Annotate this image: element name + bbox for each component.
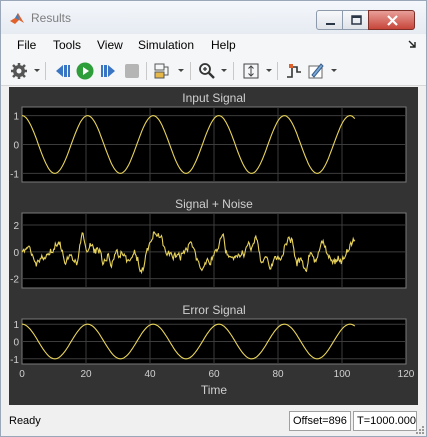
step-back-icon	[56, 65, 70, 77]
autoscale-icon	[243, 63, 259, 79]
close-icon	[387, 15, 398, 26]
style-button[interactable]	[306, 61, 326, 81]
y-tick-label: 1	[13, 112, 19, 123]
y-tick-label: -1	[10, 355, 19, 366]
run-icon	[76, 62, 94, 80]
close-button[interactable]	[368, 10, 415, 30]
menu-view[interactable]: View	[97, 38, 123, 52]
signal-selector-button[interactable]	[153, 61, 173, 81]
y-tick-label: 0	[13, 248, 19, 259]
x-axis-label: Time	[201, 383, 228, 397]
scope-plots-svg: Input Signal10-1Signal + Noise20-2Error …	[10, 91, 415, 397]
x-tick-label: 40	[144, 369, 156, 380]
title-bar[interactable]: Results	[1, 1, 426, 34]
y-tick-label: -2	[10, 275, 19, 286]
settings-gear-icon	[11, 63, 27, 79]
menu-tools[interactable]: Tools	[53, 38, 81, 52]
matlab-logo-icon	[10, 13, 24, 24]
signal-selector-caret[interactable]	[178, 69, 184, 72]
toolbar-separator	[277, 62, 278, 80]
stop-button[interactable]	[122, 61, 142, 81]
triggers-button[interactable]	[284, 61, 304, 81]
scope-plot-area: Input Signal 1 0 -1 Signal + Noise 2 0 -2 Error …	[9, 87, 418, 405]
axes-title: Input Signal	[182, 91, 245, 105]
step-forward-icon	[101, 65, 115, 77]
settings-dropdown-caret[interactable]	[34, 69, 40, 72]
maximize-button[interactable]	[342, 10, 369, 30]
menu-file[interactable]: File	[17, 38, 36, 52]
x-tick-label: 80	[272, 369, 284, 380]
toolbar-separator	[45, 62, 46, 80]
stop-icon	[125, 64, 139, 78]
autoscale-caret[interactable]	[266, 69, 272, 72]
zoom-button[interactable]	[197, 61, 217, 81]
y-tick-label: 2	[13, 221, 19, 232]
minimize-button[interactable]	[316, 10, 343, 30]
triggers-icon	[287, 64, 301, 78]
toolbar	[1, 56, 426, 86]
style-icon	[308, 63, 324, 79]
step-back-button[interactable]	[53, 61, 73, 81]
axes-title: Error Signal	[182, 303, 245, 317]
menu-bar: File Tools View Simulation Help	[1, 34, 426, 56]
toolbar-separator	[233, 62, 234, 80]
x-tick-label: 100	[334, 369, 351, 380]
resize-grip-icon[interactable]	[415, 425, 425, 435]
status-text: Ready	[9, 415, 41, 427]
zoom-caret[interactable]	[221, 69, 227, 72]
window-title: Results	[31, 11, 72, 25]
run-button[interactable]	[75, 61, 95, 81]
y-tick-label: -1	[10, 169, 19, 180]
status-bar: Ready Offset=896 T=1000.000	[1, 407, 426, 436]
signal-selector-icon	[154, 63, 169, 79]
y-tick-label: 1	[13, 320, 19, 331]
offset-readout: Offset=896	[289, 411, 351, 431]
settings-button[interactable]	[9, 61, 29, 81]
x-tick-label: 120	[398, 369, 415, 380]
menu-help[interactable]: Help	[211, 38, 236, 52]
axes-title: Signal + Noise	[175, 197, 253, 211]
minimize-icon	[326, 23, 335, 25]
toolbar-separator	[190, 62, 191, 80]
toolbar-separator	[146, 62, 147, 80]
step-forward-button[interactable]	[98, 61, 118, 81]
x-tick-label: 60	[208, 369, 220, 380]
x-tick-label: 20	[80, 369, 92, 380]
dock-arrow-icon[interactable]	[407, 39, 417, 49]
style-caret[interactable]	[331, 69, 337, 72]
y-tick-label: 0	[13, 338, 19, 349]
scope-window: Results File Tools View Simulation Help	[0, 0, 427, 437]
zoom-icon	[199, 63, 215, 79]
menu-simulation[interactable]: Simulation	[138, 38, 194, 52]
x-tick-label: 0	[19, 369, 25, 380]
maximize-icon	[351, 15, 362, 25]
time-readout: T=1000.000	[353, 411, 417, 431]
autoscale-button[interactable]	[241, 61, 261, 81]
y-tick-label: 0	[13, 141, 19, 152]
